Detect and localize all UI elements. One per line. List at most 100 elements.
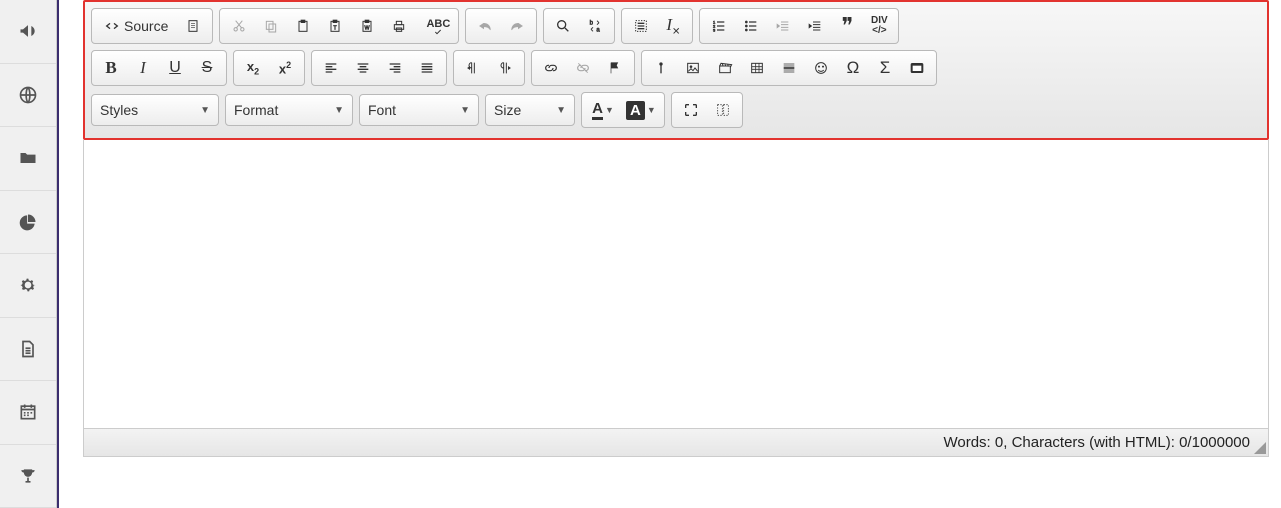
paste-icon — [295, 18, 311, 34]
iframe-button[interactable] — [902, 54, 932, 82]
redo-button[interactable] — [502, 12, 532, 40]
paste-word-button[interactable]: W — [352, 12, 382, 40]
anchor-button[interactable] — [600, 54, 630, 82]
folder-icon — [18, 148, 38, 168]
select-all-button[interactable] — [626, 12, 656, 40]
bg-color-button[interactable]: A▼ — [622, 96, 660, 124]
source-label: Source — [124, 18, 168, 34]
media-button[interactable] — [710, 54, 740, 82]
div-container-button[interactable]: DIV</> — [864, 12, 894, 40]
special-char-button[interactable]: Ω — [838, 54, 868, 82]
pie-chart-icon — [18, 212, 38, 232]
chevron-down-icon: ▼ — [647, 105, 656, 115]
align-center-button[interactable] — [348, 54, 378, 82]
chevron-down-icon: ▼ — [460, 105, 470, 116]
align-right-button[interactable] — [380, 54, 410, 82]
undo-button[interactable] — [470, 12, 500, 40]
maximize-button[interactable] — [676, 96, 706, 124]
numbered-list-button[interactable]: 123 — [704, 12, 734, 40]
ul-icon — [743, 18, 759, 34]
text-color-button[interactable]: A▼ — [586, 96, 620, 124]
paste-button[interactable] — [288, 12, 318, 40]
pin-icon — [653, 60, 669, 76]
select-all-icon — [633, 18, 649, 34]
sidebar-item-trophy[interactable] — [0, 445, 56, 508]
image-button[interactable] — [678, 54, 708, 82]
paste-text-icon: T — [327, 18, 343, 34]
smiley-button[interactable] — [806, 54, 836, 82]
align-justify-button[interactable] — [412, 54, 442, 82]
source-button[interactable]: Source — [96, 12, 176, 40]
format-combo[interactable]: Format▼ — [225, 94, 353, 126]
subscript-button[interactable]: x2 — [238, 54, 268, 82]
placeholder-button[interactable] — [646, 54, 676, 82]
align-right-icon — [387, 60, 403, 76]
sidebar-item-folder[interactable] — [0, 127, 56, 191]
align-left-button[interactable] — [316, 54, 346, 82]
link-button[interactable] — [536, 54, 566, 82]
outdent-icon — [775, 18, 791, 34]
show-blocks-button[interactable] — [708, 96, 738, 124]
svg-text:3: 3 — [713, 27, 716, 32]
editor-content[interactable] — [83, 140, 1269, 429]
paste-text-button[interactable]: T — [320, 12, 350, 40]
sidebar-item-globe[interactable] — [0, 64, 56, 128]
blockquote-button[interactable]: ❞ — [832, 12, 862, 40]
chevron-down-icon: ▼ — [605, 105, 614, 115]
sidebar-item-settings[interactable] — [0, 254, 56, 318]
sidebar-item-bullhorn[interactable] — [0, 0, 56, 64]
replace-button[interactable]: ba — [580, 12, 610, 40]
strike-button[interactable]: S — [192, 54, 222, 82]
clapper-icon — [717, 60, 733, 76]
superscript-button[interactable]: x2 — [270, 54, 300, 82]
find-button[interactable] — [548, 12, 578, 40]
hr-button[interactable] — [774, 54, 804, 82]
abc-label: ABC — [426, 18, 450, 30]
new-page-button[interactable] — [178, 12, 208, 40]
ltr-button[interactable] — [458, 54, 488, 82]
svg-text:T: T — [334, 25, 338, 31]
bold-button[interactable]: B — [96, 54, 126, 82]
sidebar-item-calendar[interactable] — [0, 381, 56, 445]
unlink-button[interactable] — [568, 54, 598, 82]
size-combo[interactable]: Size▼ — [485, 94, 575, 126]
page-icon — [185, 18, 201, 34]
underline-button[interactable]: U — [160, 54, 190, 82]
sidebar-item-file[interactable] — [0, 318, 56, 382]
table-icon — [749, 60, 765, 76]
math-button[interactable]: Σ — [870, 54, 900, 82]
styles-combo[interactable]: Styles▼ — [91, 94, 219, 126]
table-button[interactable] — [742, 54, 772, 82]
resize-grip[interactable] — [1254, 442, 1266, 454]
svg-text:a: a — [597, 27, 601, 33]
sidebar — [0, 0, 57, 508]
rtl-button[interactable] — [490, 54, 520, 82]
cut-button[interactable] — [224, 12, 254, 40]
paste-word-icon: W — [359, 18, 375, 34]
bullet-list-button[interactable] — [736, 12, 766, 40]
status-bar: Words: 0, Characters (with HTML): 0/1000… — [83, 429, 1269, 457]
quote-icon: ❞ — [841, 13, 853, 39]
italic-button[interactable]: I — [128, 54, 158, 82]
copy-button[interactable] — [256, 12, 286, 40]
svg-text:b: b — [590, 21, 594, 27]
indent-button[interactable] — [800, 12, 830, 40]
link-icon — [543, 60, 559, 76]
search-icon — [555, 18, 571, 34]
source-icon — [104, 18, 120, 34]
spellcheck-button[interactable]: ABC — [416, 12, 454, 40]
font-combo[interactable]: Font▼ — [359, 94, 479, 126]
unlink-icon — [575, 60, 591, 76]
align-center-icon — [355, 60, 371, 76]
maximize-icon — [683, 102, 699, 118]
remove-format-button[interactable]: I✕ — [658, 12, 688, 40]
sigma-icon: Σ — [880, 58, 891, 78]
print-button[interactable] — [384, 12, 414, 40]
sidebar-item-chart[interactable] — [0, 191, 56, 255]
redo-icon — [509, 18, 525, 34]
flag-icon — [607, 60, 623, 76]
trophy-icon — [18, 466, 38, 486]
outdent-button[interactable] — [768, 12, 798, 40]
indent-icon — [807, 18, 823, 34]
omega-icon: Ω — [847, 58, 860, 78]
